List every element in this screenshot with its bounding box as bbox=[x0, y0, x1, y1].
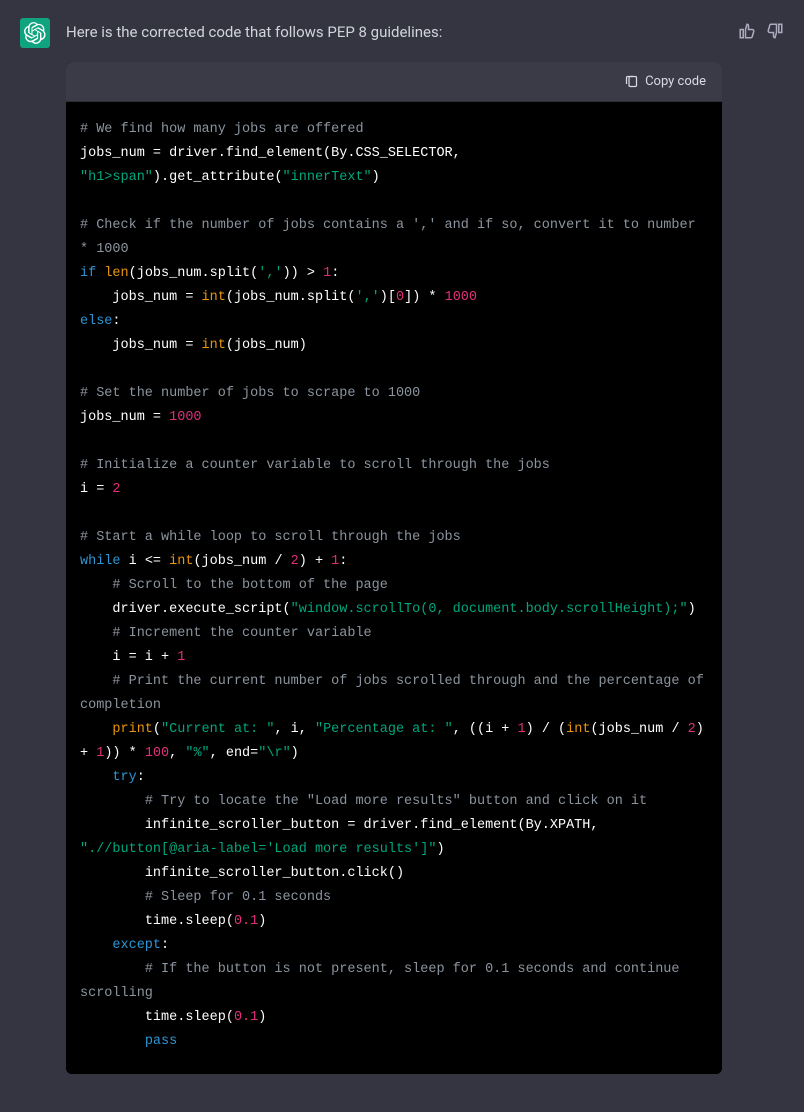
assistant-avatar bbox=[20, 18, 50, 48]
thumbs-down-icon[interactable] bbox=[766, 22, 784, 40]
code-content[interactable]: # We find how many jobs are offered jobs… bbox=[66, 102, 722, 1074]
intro-text: Here is the corrected code that follows … bbox=[66, 18, 722, 44]
code-header: Copy code bbox=[66, 62, 722, 102]
message-content: Here is the corrected code that follows … bbox=[66, 18, 722, 1074]
code-block: Copy code # We find how many jobs are of… bbox=[66, 62, 722, 1074]
assistant-message: Here is the corrected code that follows … bbox=[0, 0, 804, 1074]
copy-label: Copy code bbox=[645, 74, 706, 89]
clipboard-icon bbox=[624, 74, 639, 89]
openai-icon bbox=[24, 22, 46, 44]
copy-code-button[interactable]: Copy code bbox=[624, 74, 706, 89]
feedback-buttons bbox=[738, 18, 784, 1074]
thumbs-up-icon[interactable] bbox=[738, 22, 756, 40]
